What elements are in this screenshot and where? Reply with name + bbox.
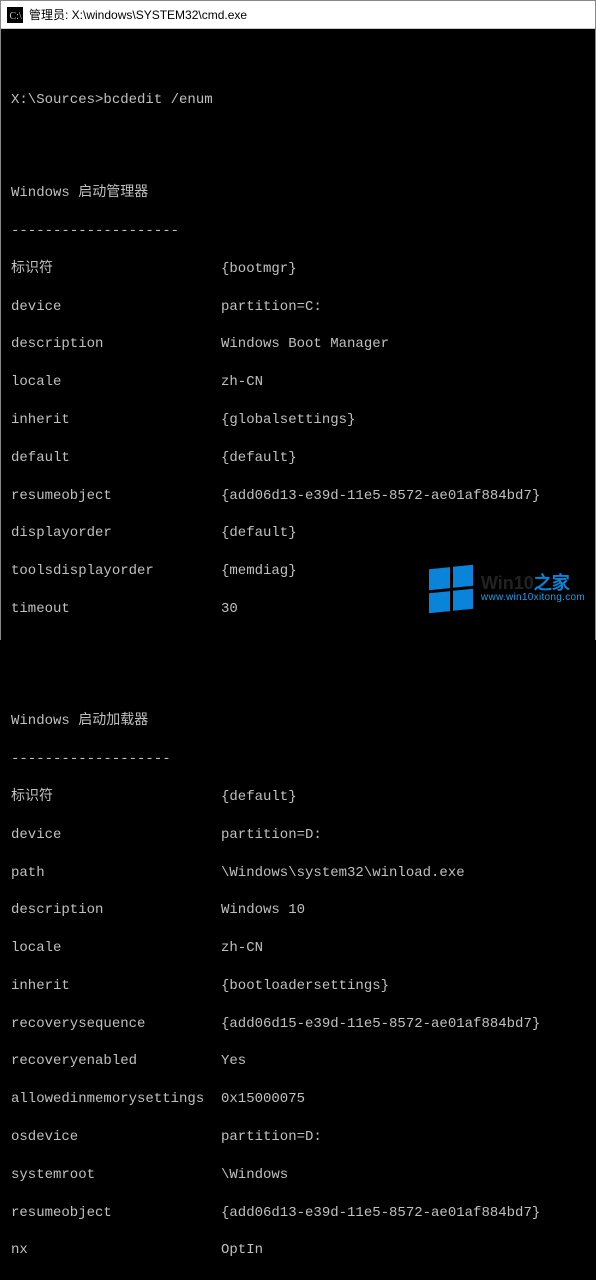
- entry-value: {bootmgr}: [221, 260, 585, 279]
- entry-row: devicepartition=D:: [11, 826, 585, 845]
- entry-row: resumeobject{add06d13-e39d-11e5-8572-ae0…: [11, 1204, 585, 1223]
- entry-value: zh-CN: [221, 373, 585, 392]
- entry-row: 标识符{default}: [11, 788, 585, 807]
- entry-row: localezh-CN: [11, 373, 585, 392]
- section-heading: Windows 启动加载器: [11, 712, 585, 731]
- entry-value: OptIn: [221, 1241, 585, 1260]
- entry-key: description: [11, 335, 221, 354]
- entry-row: timeout30: [11, 600, 585, 619]
- entry-value: partition=D:: [221, 826, 585, 845]
- section-divider: -------------------: [11, 750, 585, 769]
- entry-key: displayorder: [11, 524, 221, 543]
- entry-row: resumeobject{add06d13-e39d-11e5-8572-ae0…: [11, 487, 585, 506]
- entry-key: resumeobject: [11, 487, 221, 506]
- entry-key: timeout: [11, 600, 221, 619]
- entry-key: default: [11, 449, 221, 468]
- entry-key: 标识符: [11, 788, 221, 807]
- entry-value: 0x15000075: [221, 1090, 585, 1109]
- entry-value: Yes: [221, 1052, 585, 1071]
- entry-key: recoveryenabled: [11, 1052, 221, 1071]
- entry-key: device: [11, 298, 221, 317]
- entry-row: localezh-CN: [11, 939, 585, 958]
- entry-row: inherit{bootloadersettings}: [11, 977, 585, 996]
- entry-key: toolsdisplayorder: [11, 562, 221, 581]
- entry-value: zh-CN: [221, 939, 585, 958]
- entry-row: systemroot\Windows: [11, 1166, 585, 1185]
- entry-key: systemroot: [11, 1166, 221, 1185]
- entry-key: locale: [11, 939, 221, 958]
- command-text: bcdedit /enum: [103, 92, 212, 108]
- section-divider: --------------------: [11, 222, 585, 241]
- entry-value: {bootloadersettings}: [221, 977, 585, 996]
- entry-row: bootmenupolicyStandard: [11, 1279, 585, 1280]
- entry-row: recoverysequence{add06d15-e39d-11e5-8572…: [11, 1015, 585, 1034]
- entry-row: displayorder{default}: [11, 524, 585, 543]
- entry-value: Windows Boot Manager: [221, 335, 585, 354]
- entry-row: 标识符{bootmgr}: [11, 260, 585, 279]
- entry-key: resumeobject: [11, 1204, 221, 1223]
- titlebar[interactable]: C:\ 管理员: X:\windows\SYSTEM32\cmd.exe: [1, 1, 595, 29]
- entry-row: devicepartition=C:: [11, 298, 585, 317]
- entry-row: nxOptIn: [11, 1241, 585, 1260]
- entry-value: partition=C:: [221, 298, 585, 317]
- entry-value: {memdiag}: [221, 562, 585, 581]
- terminal-output: X:\Sources>bcdedit /enum Windows 启动管理器 -…: [1, 29, 595, 1280]
- entry-value: Windows 10: [221, 901, 585, 920]
- entry-value: {add06d15-e39d-11e5-8572-ae01af884bd7}: [221, 1015, 585, 1034]
- prompt-line: X:\Sources>bcdedit /enum: [11, 91, 585, 110]
- section-heading: Windows 启动管理器: [11, 184, 585, 203]
- entry-key: allowedinmemorysettings: [11, 1090, 221, 1109]
- entry-value: {globalsettings}: [221, 411, 585, 430]
- entry-value: partition=D:: [221, 1128, 585, 1147]
- cmd-icon: C:\: [7, 7, 23, 23]
- entry-key: osdevice: [11, 1128, 221, 1147]
- entry-key: 标识符: [11, 260, 221, 279]
- svg-text:C:\: C:\: [10, 11, 22, 22]
- entry-row: default{default}: [11, 449, 585, 468]
- entry-row: toolsdisplayorder{memdiag}: [11, 562, 585, 581]
- entry-key: inherit: [11, 411, 221, 430]
- entry-key: device: [11, 826, 221, 845]
- entry-row: recoveryenabledYes: [11, 1052, 585, 1071]
- entry-key: description: [11, 901, 221, 920]
- entry-key: path: [11, 864, 221, 883]
- entry-key: locale: [11, 373, 221, 392]
- entry-row: descriptionWindows Boot Manager: [11, 335, 585, 354]
- entry-value: {add06d13-e39d-11e5-8572-ae01af884bd7}: [221, 487, 585, 506]
- entry-row: allowedinmemorysettings0x15000075: [11, 1090, 585, 1109]
- entry-value: {default}: [221, 449, 585, 468]
- entry-key: inherit: [11, 977, 221, 996]
- entry-value: {default}: [221, 788, 585, 807]
- entry-row: path\Windows\system32\winload.exe: [11, 864, 585, 883]
- entry-value: \Windows: [221, 1166, 585, 1185]
- entry-key: bootmenupolicy: [11, 1279, 221, 1280]
- entry-key: recoverysequence: [11, 1015, 221, 1034]
- entry-row: descriptionWindows 10: [11, 901, 585, 920]
- entry-value: {add06d13-e39d-11e5-8572-ae01af884bd7}: [221, 1204, 585, 1223]
- entry-row: inherit{globalsettings}: [11, 411, 585, 430]
- window-title: 管理员: X:\windows\SYSTEM32\cmd.exe: [29, 6, 247, 23]
- entry-value: 30: [221, 600, 585, 619]
- entry-key: nx: [11, 1241, 221, 1260]
- prompt: X:\Sources>: [11, 92, 103, 108]
- entry-value: Standard: [221, 1279, 585, 1280]
- entry-row: osdevicepartition=D:: [11, 1128, 585, 1147]
- entry-value: {default}: [221, 524, 585, 543]
- entry-value: \Windows\system32\winload.exe: [221, 864, 585, 883]
